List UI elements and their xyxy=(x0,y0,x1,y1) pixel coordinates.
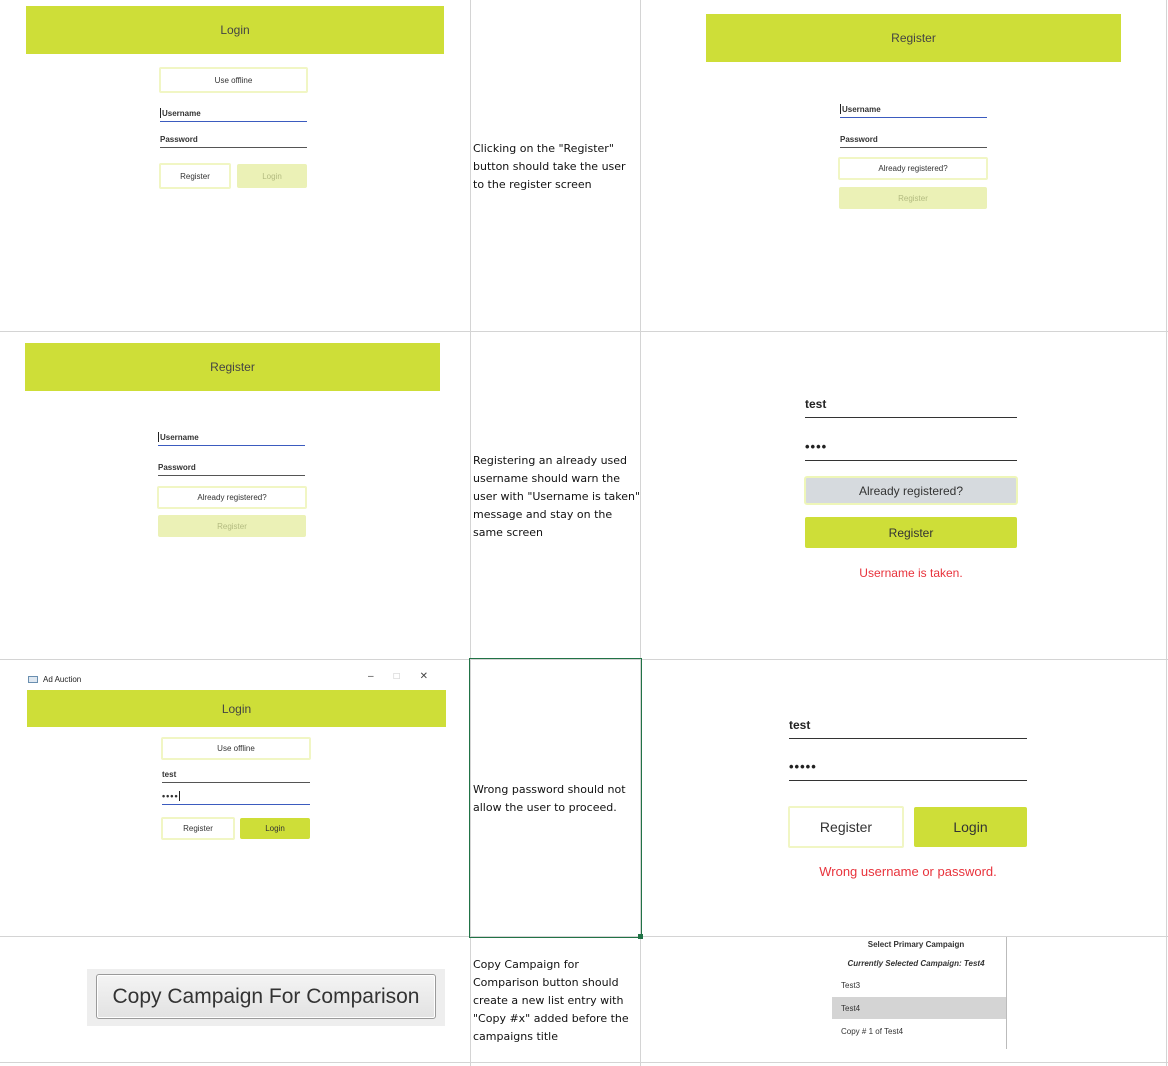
register-button[interactable]: Register xyxy=(788,806,904,848)
campaign-list-item-selected[interactable]: Test4 xyxy=(832,997,1006,1019)
test-table: Login Use offline Username Password Regi… xyxy=(0,0,1168,1066)
username-field[interactable]: Username xyxy=(840,100,987,118)
campaign-list-item[interactable]: Test3 xyxy=(832,974,1006,996)
username-taken-result-cell: test •••• Already registered? Register U… xyxy=(641,332,1166,659)
use-offline-button[interactable]: Use offline xyxy=(161,737,311,760)
username-placeholder: Username xyxy=(160,433,199,442)
campaign-selector-title: Select Primary Campaign xyxy=(867,940,965,949)
register-button[interactable]: Register xyxy=(161,817,235,840)
copy-button-screenshot: Copy Campaign For Comparison xyxy=(87,969,445,1026)
register-button[interactable]: Register xyxy=(805,517,1017,548)
login-header: Login xyxy=(27,690,446,727)
test-description: Registering an already used username sho… xyxy=(473,454,641,539)
password-field[interactable]: •••• xyxy=(805,434,1017,461)
username-field[interactable]: test xyxy=(789,712,1027,739)
campaign-selector: Select Primary Campaign Currently Select… xyxy=(826,937,1007,1049)
register-button[interactable]: Register xyxy=(839,187,987,209)
login-screen-cell: Login Use offline Username Password Regi… xyxy=(0,0,470,331)
already-registered-button[interactable]: Already registered? xyxy=(804,476,1018,505)
text-caret xyxy=(178,791,180,801)
app-icon xyxy=(28,675,38,683)
username-field[interactable]: test xyxy=(805,392,1017,418)
login-window-cell: Ad Auction – □ ✕ Login Use offline test … xyxy=(0,660,470,936)
window-title: Ad Auction xyxy=(43,674,82,684)
test-description: Wrong password should not allow the user… xyxy=(473,783,626,814)
text-caret xyxy=(840,104,841,114)
login-header: Login xyxy=(26,6,444,54)
campaign-list-item[interactable]: Copy # 1 of Test4 xyxy=(832,1020,1006,1042)
register-screen-cell: Register Username Password Already regis… xyxy=(641,0,1166,331)
current-campaign-label: Currently Selected Campaign: Test4 xyxy=(847,959,985,968)
password-placeholder: Password xyxy=(840,135,878,144)
row-divider xyxy=(0,1062,1168,1063)
login-button[interactable]: Login xyxy=(240,818,310,839)
window-controls: – □ ✕ xyxy=(368,671,428,682)
error-message: Username is taken. xyxy=(859,566,963,580)
error-message: Wrong username or password. xyxy=(819,864,997,879)
test-description: Clicking on the "Register" button should… xyxy=(473,142,626,191)
username-field[interactable]: test xyxy=(162,766,310,783)
register-header: Register xyxy=(25,343,440,391)
login-button[interactable]: Login xyxy=(237,164,307,188)
password-field[interactable]: Password xyxy=(158,458,305,476)
test-description: Copy Campaign for Comparison button shou… xyxy=(473,958,629,1043)
use-offline-button[interactable]: Use offline xyxy=(159,67,308,93)
register-header: Register xyxy=(706,14,1121,62)
username-field[interactable]: Username xyxy=(158,428,305,446)
already-registered-button[interactable]: Already registered? xyxy=(157,486,307,509)
password-field[interactable]: •••• xyxy=(162,787,310,805)
password-field[interactable]: ••••• xyxy=(789,754,1027,781)
column-divider xyxy=(1166,0,1167,1066)
password-placeholder: Password xyxy=(158,463,196,472)
close-icon[interactable]: ✕ xyxy=(420,671,428,682)
username-placeholder: Username xyxy=(162,109,201,118)
wrong-password-result-cell: test ••••• Register Login Wrong username… xyxy=(641,660,1166,936)
password-field[interactable]: Password xyxy=(160,130,307,148)
login-button[interactable]: Login xyxy=(914,807,1027,847)
password-placeholder: Password xyxy=(160,135,198,144)
text-caret xyxy=(158,432,159,442)
window-titlebar: Ad Auction xyxy=(28,673,81,685)
register-button[interactable]: Register xyxy=(158,515,306,537)
minimize-icon[interactable]: – xyxy=(368,671,374,682)
register-button[interactable]: Register xyxy=(159,163,231,189)
text-caret xyxy=(160,108,161,118)
copy-campaign-button[interactable]: Copy Campaign For Comparison xyxy=(96,974,436,1019)
register-screen-cell: Register Username Password Already regis… xyxy=(0,332,470,659)
password-value: •••• xyxy=(162,791,179,801)
username-field[interactable]: Username xyxy=(160,104,307,122)
already-registered-button[interactable]: Already registered? xyxy=(838,157,988,180)
username-placeholder: Username xyxy=(842,105,881,114)
maximize-icon[interactable]: □ xyxy=(394,671,400,682)
password-field[interactable]: Password xyxy=(840,130,987,148)
